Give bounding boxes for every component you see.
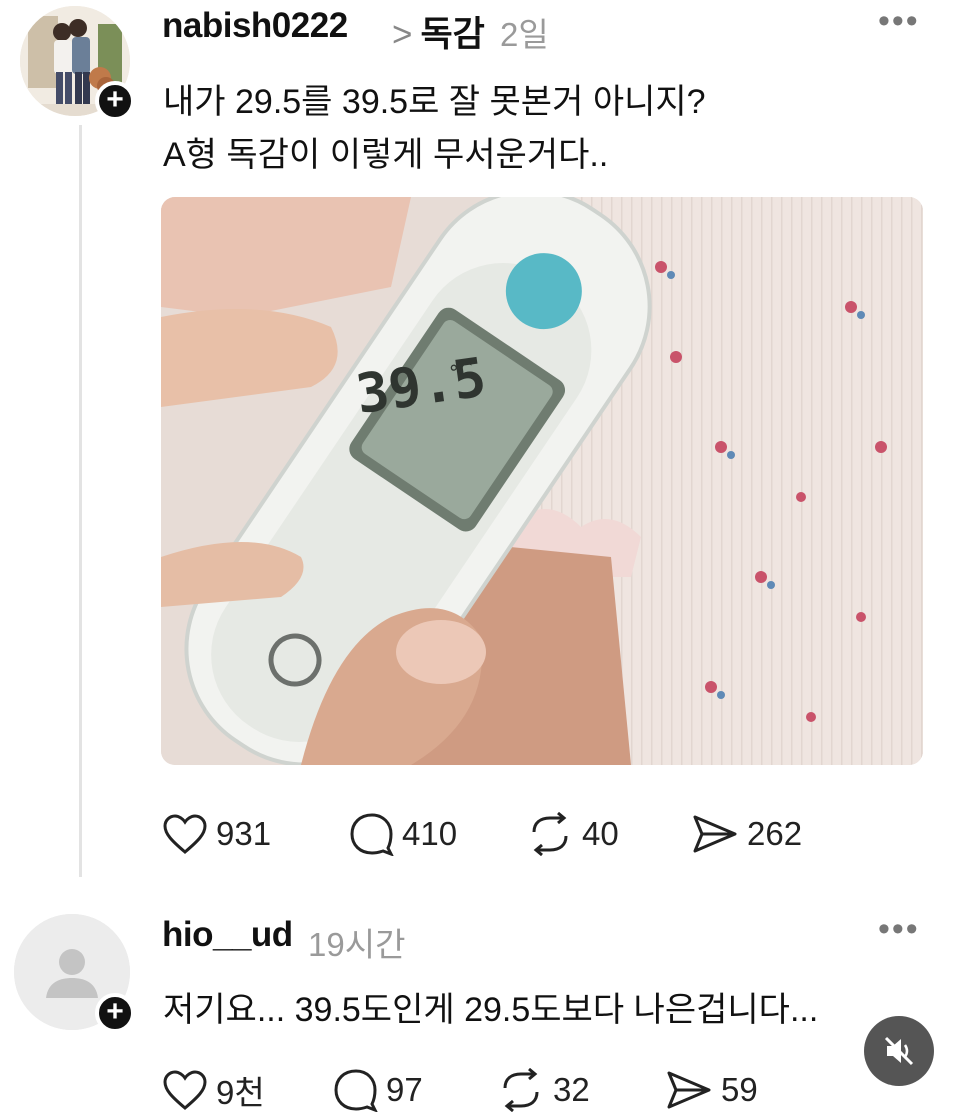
comment-bubble-icon bbox=[350, 813, 394, 856]
reply-timestamp: 19시간 bbox=[308, 926, 406, 963]
post-text: 내가 29.5를 39.5로 잘 못본거 아니지? A형 독감이 이렇게 무서운… bbox=[163, 76, 706, 182]
repost-icon bbox=[532, 812, 568, 856]
repost-button[interactable]: 32 bbox=[497, 1068, 665, 1112]
repost-icon bbox=[503, 1068, 539, 1112]
share-button[interactable]: 59 bbox=[665, 1069, 758, 1111]
comment-count: 97 bbox=[386, 1071, 423, 1108]
like-button[interactable]: 931 bbox=[162, 813, 348, 855]
speaker-muted-icon bbox=[884, 1036, 914, 1066]
topic-label[interactable]: 독감 bbox=[420, 15, 484, 54]
like-count: 931 bbox=[216, 815, 272, 852]
chevron-right-icon: > bbox=[392, 15, 413, 54]
share-count: 262 bbox=[747, 815, 803, 852]
like-button[interactable]: 9천 bbox=[162, 1066, 332, 1114]
follow-button[interactable]: + bbox=[95, 993, 135, 1033]
repost-button[interactable]: 40 bbox=[526, 812, 691, 856]
post-text-line-1: 내가 29.5를 39.5로 잘 못본거 아니지? bbox=[163, 83, 706, 121]
follow-button[interactable]: + bbox=[95, 81, 135, 121]
plus-icon: + bbox=[106, 995, 124, 1028]
share-count: 59 bbox=[721, 1071, 758, 1108]
post-timestamp: 2일 bbox=[500, 16, 549, 53]
thread-line bbox=[79, 125, 82, 877]
thermometer-unit: °C bbox=[448, 358, 475, 385]
mute-toggle-button[interactable] bbox=[864, 1016, 934, 1086]
post-more-options-icon[interactable]: ••• bbox=[878, 2, 920, 41]
thermometer-photo: 39.5 °C bbox=[161, 197, 923, 765]
topic-breadcrumb[interactable]: > 독감 bbox=[392, 6, 485, 57]
reply-text: 저기요... 39.5도인게 29.5도보다 나은겁니다... bbox=[163, 991, 819, 1029]
like-count: 9천 bbox=[216, 1074, 265, 1111]
send-icon bbox=[667, 1071, 711, 1109]
heart-icon bbox=[163, 1070, 207, 1110]
post-text-line-2: A형 독감이 이렇게 무서운거다.. bbox=[163, 136, 609, 174]
repost-count: 40 bbox=[582, 815, 619, 852]
post-photo[interactable]: 39.5 °C bbox=[161, 197, 923, 765]
reply-actions-bar: 9천 97 32 59 bbox=[162, 1066, 758, 1114]
post-actions-bar: 931 410 40 262 bbox=[162, 812, 802, 856]
comment-bubble-icon bbox=[334, 1069, 378, 1112]
post-username[interactable]: nabish0222 bbox=[162, 6, 348, 46]
share-button[interactable]: 262 bbox=[691, 813, 802, 855]
repost-count: 32 bbox=[553, 1071, 590, 1108]
comment-count: 410 bbox=[402, 815, 458, 852]
reply-username[interactable]: hio__ud bbox=[162, 915, 293, 955]
heart-icon bbox=[163, 814, 207, 854]
reply-more-options-icon[interactable]: ••• bbox=[878, 910, 920, 949]
send-icon bbox=[693, 815, 737, 853]
comment-button[interactable]: 97 bbox=[332, 1068, 497, 1112]
plus-icon: + bbox=[106, 83, 124, 116]
comment-button[interactable]: 410 bbox=[348, 812, 526, 856]
